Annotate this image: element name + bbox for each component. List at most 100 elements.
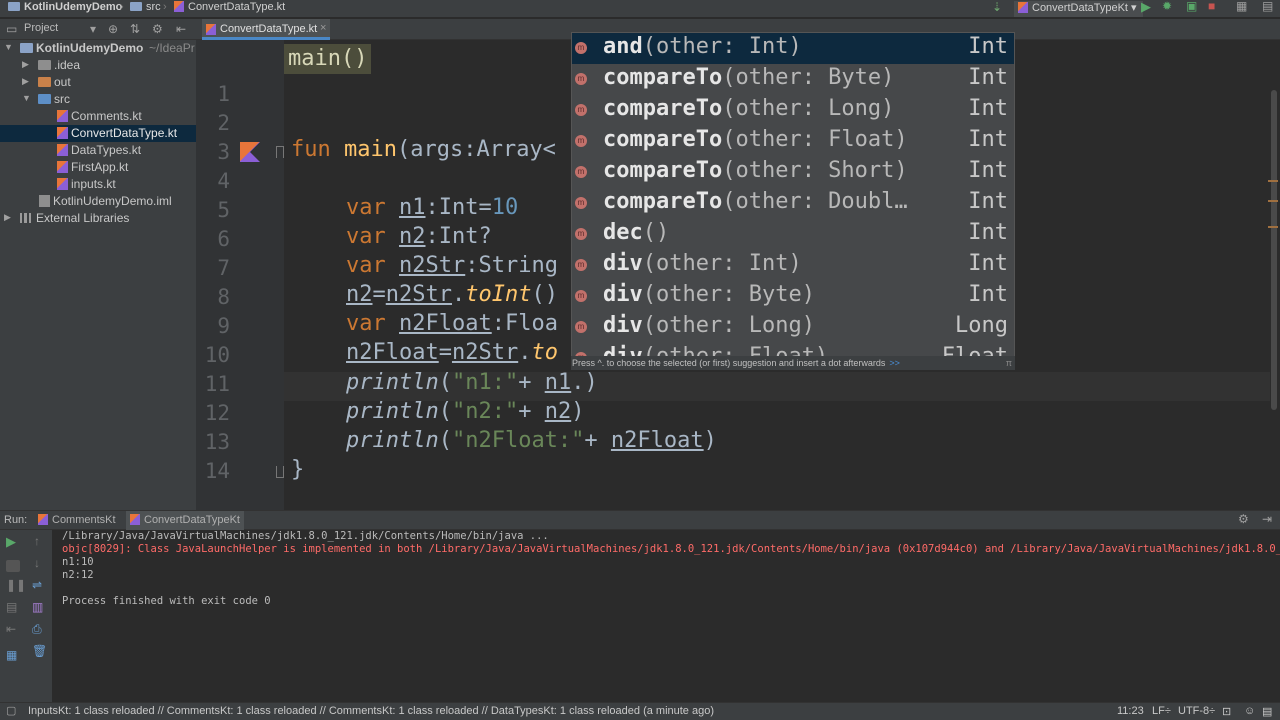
print-icon[interactable]: ⎙ [32,622,42,637]
event-log-icon[interactable]: ▤ [1262,705,1272,718]
completion-hint: Press ^. to choose the selected (or firs… [571,356,1015,370]
library-icon [20,213,31,223]
layout-icon[interactable]: ▦ [6,648,17,662]
tree-item-convertdatatype[interactable]: ConvertDataType.kt [0,125,196,142]
build-icon[interactable]: ⇣ [992,0,1002,14]
settings-icon[interactable]: ⚙ [1238,512,1249,526]
tree-item-idea[interactable]: ▶ .idea [0,57,196,74]
completion-item[interactable]: m compareTo(other: Long) Int [572,95,1014,126]
settings-icon[interactable]: ⚙ [152,22,163,36]
tree-item-inputs[interactable]: inputs.kt [0,176,196,193]
tree-item-datatypes[interactable]: DataTypes.kt [0,142,196,159]
completion-item[interactable]: m div(other: Byte) Int [572,281,1014,312]
code-line-6: var n2:Int? [346,224,492,249]
hide-icon[interactable]: ⇤ [176,22,186,36]
completion-item[interactable]: m div(other: Long) Long [572,312,1014,343]
completion-item[interactable]: m compareTo(other: Float) Int [572,126,1014,157]
error-stripe-marker[interactable] [1268,200,1278,202]
stop-icon[interactable] [6,560,20,572]
function-breadcrumb[interactable]: main() [284,44,372,74]
soft-wrap-icon[interactable]: ⇌ [32,578,42,592]
run-tab-comments[interactable]: CommentsKt [34,511,126,530]
error-stripe-marker[interactable] [1268,226,1278,228]
exit-icon[interactable]: ⇤ [6,622,16,636]
collapse-arrow-icon[interactable]: ▶ [22,76,29,87]
run-console[interactable]: /Library/Java/JavaVirtualMachines/jdk1.8… [52,530,1280,702]
line-number: 10 [204,343,230,367]
tree-item-iml[interactable]: KotlinUdemyDemo.iml [0,193,196,210]
dump-icon[interactable]: ▤ [6,600,17,614]
up-icon[interactable]: ↑ [34,534,40,548]
run-icon[interactable]: ▶ [1141,0,1151,15]
line-number: 11 [204,372,230,396]
tree-item-out[interactable]: ▶ out [0,74,196,91]
breadcrumb-folder[interactable]: src [130,1,161,13]
console-line-error: objc[8029]: Class JavaLaunchHelper is im… [62,543,1280,555]
method-icon: m [575,290,587,302]
coverage-icon[interactable]: ▣ [1186,0,1197,13]
project-view-selector[interactable]: Project [24,22,58,34]
kotlin-file-icon [174,1,184,12]
inspector-icon[interactable]: ☺ [1244,705,1255,717]
tree-item-external-libraries[interactable]: ▶ External Libraries [0,210,196,227]
file-encoding[interactable]: UTF-8÷ [1178,705,1215,717]
toggle-tool-windows-icon[interactable]: ▢ [6,704,16,717]
completion-item[interactable]: m dec() Int [572,219,1014,250]
kotlin-file-icon [57,161,68,173]
completion-item[interactable]: m compareTo(other: Byte) Int [572,64,1014,95]
completion-item[interactable]: m and(other: Int) Int [572,33,1014,64]
close-icon[interactable]: × [320,22,326,34]
editor-scrollbar[interactable] [1271,90,1277,410]
clear-icon[interactable]: 🗑 [32,644,47,658]
completion-item[interactable]: m div(other: Int) Int [572,250,1014,281]
module-folder-icon [20,43,33,53]
error-stripe-marker[interactable] [1268,180,1278,182]
rerun-icon[interactable]: ▶ [6,534,16,550]
kotlin-file-icon [57,178,68,190]
caret-position[interactable]: 11:23 [1117,705,1144,717]
collapse-arrow-icon[interactable]: ▶ [22,59,29,70]
folder-icon [38,60,51,70]
line-separator[interactable]: LF÷ [1152,705,1171,717]
lock-icon[interactable]: ⊡ [1222,705,1231,718]
line-number: 7 [217,256,230,280]
code-line-3: fun main(args:Array< [291,137,556,162]
line-number: 14 [204,459,230,483]
method-icon: m [575,42,587,54]
scroll-to-end-icon[interactable]: ▥ [32,600,43,614]
tree-item-module[interactable]: ▼ KotlinUdemyDemo ~/IdeaPr [0,40,196,57]
tab-convertdatatype[interactable]: ConvertDataType.kt × [202,19,330,40]
breadcrumb-separator: › [120,1,124,13]
collapse-arrow-icon[interactable]: ▶ [4,212,11,223]
tree-item-firstapp[interactable]: FirstApp.kt [0,159,196,176]
fold-marker-icon[interactable] [276,466,284,478]
pause-icon[interactable]: ❚❚ [6,578,26,592]
stop-icon[interactable]: ■ [1208,0,1215,13]
code-line-12: println("n2:"+ n2) [346,399,585,424]
fold-marker-icon[interactable] [276,146,284,158]
expand-arrow-icon[interactable]: ▼ [4,42,13,52]
hide-icon[interactable]: ⇥ [1262,512,1272,526]
completion-item[interactable]: m compareTo(other: Short) Int [572,157,1014,188]
run-config-selector[interactable]: ConvertDataTypeKt ▾ [1014,1,1143,17]
expand-arrow-icon[interactable]: ▼ [22,93,31,103]
collapse-icon[interactable]: ⇅ [130,22,140,36]
console-line: n1:10 [62,556,94,568]
sdk-icon[interactable]: ▤ [1262,0,1273,13]
tree-item-src[interactable]: ▼ src [0,91,196,108]
debug-icon[interactable]: ✹ [1162,0,1172,13]
method-icon: m [575,73,587,85]
breadcrumb-file[interactable]: ConvertDataType.kt [174,1,285,13]
status-message[interactable]: InputsKt: 1 class reloaded // CommentsKt… [28,705,714,717]
more-link[interactable]: >> [889,358,900,368]
breadcrumb-project[interactable]: KotlinUdemyDemo [8,1,122,13]
locate-icon[interactable]: ⊕ [108,22,118,36]
project-tree: ▼ KotlinUdemyDemo ~/IdeaPr ▶ .idea ▶ out… [0,40,196,510]
down-icon[interactable]: ↓ [34,556,40,570]
tree-item-comments[interactable]: Comments.kt [0,108,196,125]
run-tab-convertdatatype[interactable]: ConvertDataTypeKt [126,511,244,530]
completion-item[interactable]: m compareTo(other: Doubl… Int [572,188,1014,219]
dropdown-icon[interactable]: ▾ [90,22,96,36]
kotlin-file-icon [1018,2,1028,13]
project-structure-icon[interactable]: ▦ [1236,0,1247,13]
